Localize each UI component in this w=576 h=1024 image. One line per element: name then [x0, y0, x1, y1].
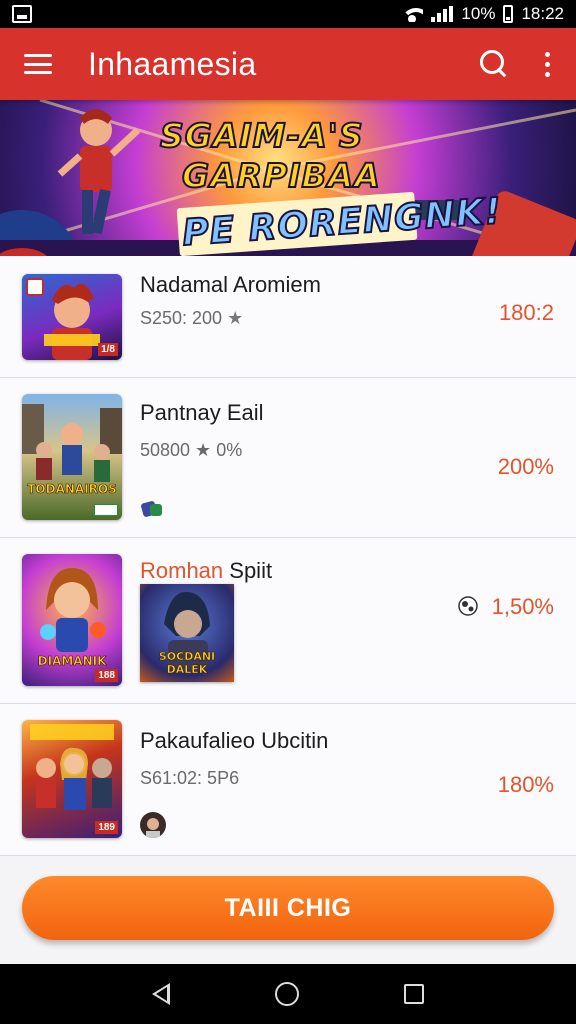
banner-line-2: GARPIBAA	[181, 155, 381, 196]
app-title: Inhaamesia	[88, 45, 257, 82]
menu-icon[interactable]	[24, 54, 52, 74]
game-percent: 180%	[497, 772, 554, 797]
game-cover: TODANAIROS	[22, 394, 122, 520]
more-options-icon[interactable]	[542, 51, 552, 77]
game-percent: 200%	[497, 454, 554, 479]
game-title-rest: Spiit	[223, 558, 273, 583]
screenshot-icon	[12, 5, 32, 23]
list-item[interactable]: 1/8 Nadamal Aromiem S250: 200 ★ 180:2	[0, 256, 576, 378]
system-nav-bar	[0, 964, 576, 1024]
list-item[interactable]: 189 Pakaufalieo Ubcitin S61:02: 5P6 180%	[0, 704, 576, 856]
badge-icon	[26, 278, 44, 296]
ball-icon	[458, 596, 478, 616]
home-icon[interactable]	[274, 982, 299, 1006]
promo-banner[interactable]: SGAIM-A'S GARPIBAA PE RORENGNK!	[0, 100, 576, 256]
cover-caption: DIAMANIK	[37, 654, 107, 669]
game-percent: 180:2	[498, 300, 554, 325]
banner-line-1: SGAIM-A'S	[159, 115, 364, 156]
rating-badge-icon	[94, 504, 118, 516]
back-icon[interactable]	[152, 983, 171, 1005]
recent-apps-icon[interactable]	[403, 984, 424, 1004]
signal-icon	[431, 6, 454, 22]
game-title-accent: Romhan	[140, 558, 224, 583]
game-cover: 1/8	[22, 274, 122, 360]
search-icon[interactable]	[480, 50, 508, 78]
star-icon: ★	[227, 308, 244, 328]
app-bar: Inhaamesia	[0, 28, 576, 100]
battery-percent: 10%	[461, 4, 496, 23]
secondary-cover-caption: SOCDANI DALEK	[158, 650, 216, 677]
list-item[interactable]: TODANAIROS Pantnay Eail 50800 ★ 0% 200%	[0, 378, 576, 538]
game-meta: 50800 ★ 0%	[140, 440, 243, 460]
game-meta: S250: 200 ★	[140, 308, 244, 328]
game-percent: 1,50%	[491, 594, 554, 619]
game-title: Romhan Spiit	[140, 558, 272, 584]
game-meta: S61:02: 5P6	[140, 768, 240, 788]
wifi-icon	[401, 6, 424, 22]
game-cover: DIAMANIK 188	[22, 554, 122, 686]
avatar	[140, 812, 166, 838]
game-list: 1/8 Nadamal Aromiem S250: 200 ★ 180:2 TO…	[0, 256, 576, 856]
dice-icon	[140, 496, 164, 520]
game-title: Pakaufalieo Ubcitin	[140, 728, 329, 753]
status-bar: 10% 18:22	[0, 0, 576, 28]
cover-tag: 1/8	[98, 343, 118, 356]
battery-icon	[503, 5, 514, 23]
game-title: Nadamal Aromiem	[140, 272, 321, 297]
cover-tag: 189	[95, 821, 118, 834]
game-title: Pantnay Eail	[140, 400, 264, 425]
cover-caption: TODANAIROS	[27, 482, 117, 497]
clock: 18:22	[521, 4, 564, 23]
secondary-cover: SOCDANI DALEK	[140, 584, 234, 682]
game-cover: 189	[22, 720, 122, 838]
primary-action-button[interactable]: TAIII CHIG	[22, 876, 554, 940]
cover-tag: 188	[95, 669, 118, 682]
list-item[interactable]: DIAMANIK 188 Romhan Spiit SOCDANI DALEK …	[0, 538, 576, 704]
